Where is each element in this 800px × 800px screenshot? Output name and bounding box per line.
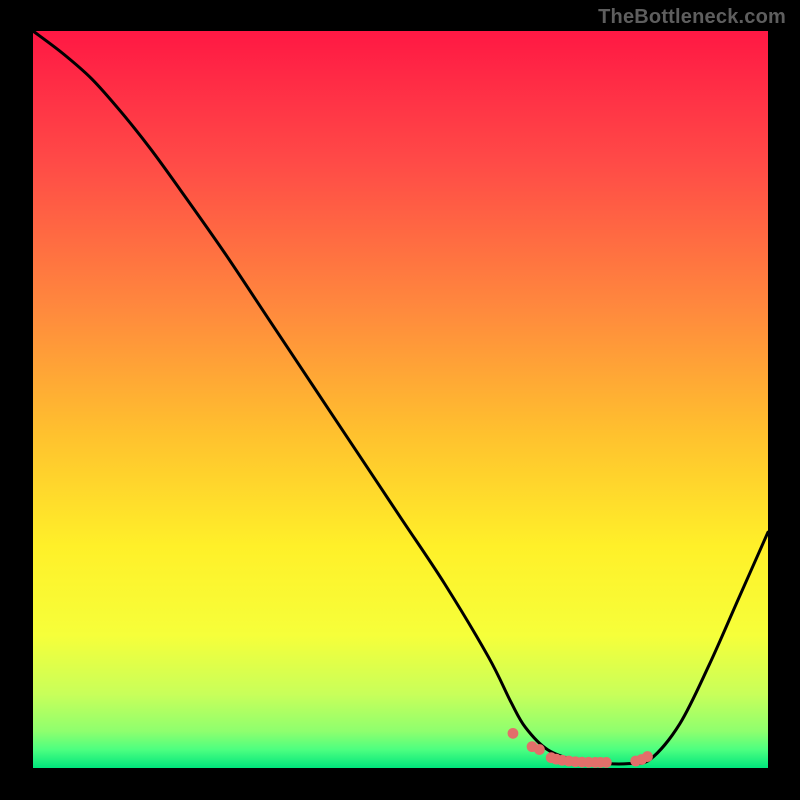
stage: TheBottleneck.com bbox=[0, 0, 800, 800]
watermark-text: TheBottleneck.com bbox=[598, 6, 786, 29]
marker-dot bbox=[508, 728, 519, 739]
marker-dot bbox=[534, 744, 545, 755]
plot-svg bbox=[0, 0, 800, 800]
marker-dot bbox=[601, 757, 612, 768]
marker-dot bbox=[642, 751, 653, 762]
